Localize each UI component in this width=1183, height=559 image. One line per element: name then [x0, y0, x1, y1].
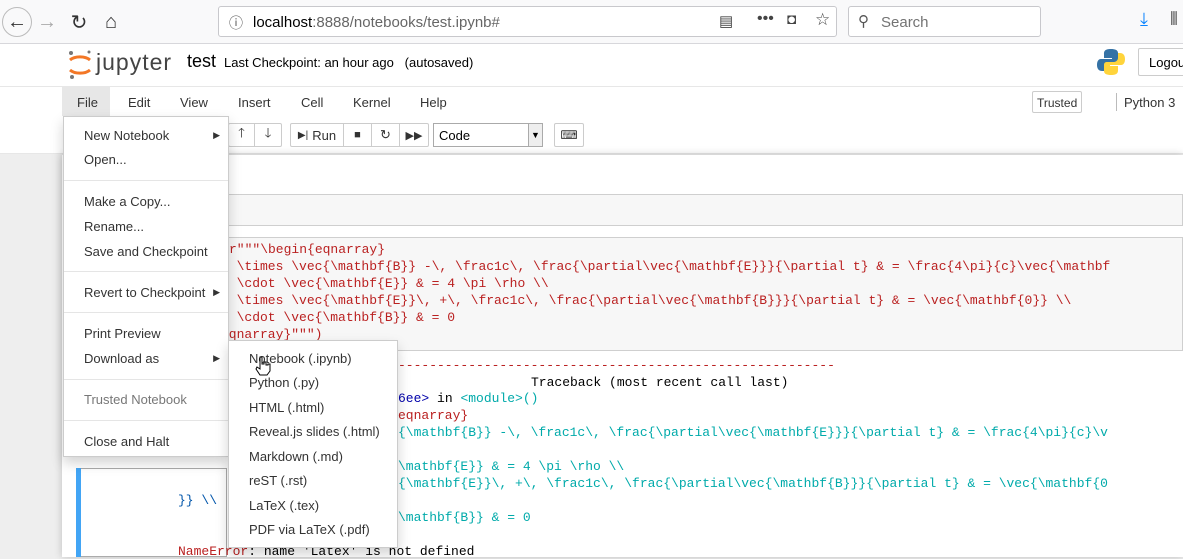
url-bar[interactable]: ⓘ localhost:8888/notebooks/test.ipynb# ▤…	[218, 6, 837, 37]
kernel-divider	[1116, 93, 1117, 111]
caret-right-icon: ▶	[213, 287, 220, 297]
jupyter-header: jupyter test Last Checkpoint: an hour ag…	[0, 44, 1183, 86]
download-markdown[interactable]: Markdown (.md)	[249, 449, 343, 464]
code-line: a \times \vec{\mathbf{E}}\, +\, \frac1c\…	[221, 293, 1072, 308]
command-palette-button[interactable]: ⌨	[554, 123, 584, 147]
menu-item-revert-checkpoint[interactable]: Revert to Checkpoint	[84, 285, 205, 300]
search-input[interactable]: ⚲ Search	[848, 6, 1041, 37]
download-icon[interactable]: ⤓	[1140, 9, 1148, 30]
code-line: a \cdot \vec{\mathbf{E}} & = 4 \pi \rho …	[221, 276, 549, 291]
code-line: a \cdot \vec{\mathbf{B}} & = 0	[221, 310, 456, 325]
stop-icon: ■	[354, 129, 361, 141]
menu-item-make-copy[interactable]: Make a Copy...	[84, 194, 170, 209]
download-py[interactable]: Python (.py)	[249, 375, 319, 390]
menu-divider	[64, 180, 228, 181]
traceback-header: Traceback (most recent call last)	[531, 375, 789, 390]
download-latex[interactable]: LaTeX (.tex)	[249, 498, 319, 513]
menu-item-rename[interactable]: Rename...	[84, 219, 144, 234]
jupyter-logo-icon	[69, 50, 91, 79]
download-rst[interactable]: reST (.rst)	[249, 473, 307, 488]
input-cell-code[interactable]: r"""\begin{eqnarray} a \times \vec{\math…	[221, 237, 1183, 351]
back-icon[interactable]: ←	[2, 7, 32, 37]
cell-type-select[interactable]: Code ▼	[433, 123, 543, 147]
pocket-icon[interactable]: ◘	[787, 11, 796, 28]
download-pdf[interactable]: PDF via LaTeX (.pdf)	[249, 522, 370, 537]
menu-item-close-halt[interactable]: Close and Halt	[84, 434, 169, 449]
move-down-button[interactable]: 🡓	[254, 123, 282, 147]
arrow-up-icon: 🡑	[238, 125, 245, 140]
search-icon: ⚲	[858, 13, 869, 30]
traceback-line: }} \\	[178, 493, 218, 508]
restart-run-all-button[interactable]: ▶▶	[399, 123, 429, 147]
menu-help[interactable]: Help	[420, 95, 447, 110]
restart-button[interactable]: ↻	[371, 123, 400, 147]
traceback-line: \mathbf{E}} & = 4 \pi \rho \\	[398, 459, 625, 474]
menu-divider	[64, 312, 228, 313]
checkpoint-status: Last Checkpoint: an hour ago (autosaved)	[224, 55, 474, 70]
input-cell-empty[interactable]	[228, 194, 1183, 226]
traceback-dashes: ----------------------------------------…	[398, 358, 835, 373]
menu-view[interactable]: View	[180, 95, 208, 110]
python-logo-icon	[1097, 49, 1125, 75]
forward-icon[interactable]: →	[32, 7, 62, 37]
notebook-name[interactable]: test	[187, 51, 216, 72]
reload-icon[interactable]: ↻	[64, 7, 94, 37]
caret-right-icon: ▶	[213, 353, 220, 363]
download-reveal-slides[interactable]: Reveal.js slides (.html)	[249, 424, 380, 439]
menu-divider	[64, 271, 228, 272]
menu-item-print-preview[interactable]: Print Preview	[84, 326, 161, 341]
bookmark-star-icon[interactable]: ☆	[815, 10, 830, 30]
menu-item-trusted-notebook: Trusted Notebook	[84, 392, 187, 407]
fast-forward-icon: ▶▶	[405, 129, 423, 142]
menu-item-download-as[interactable]: Download as	[84, 351, 159, 366]
arrow-down-icon: 🡓	[264, 125, 272, 140]
traceback-line: {\mathbf{E}}\, +\, \frac1c\, \frac{\part…	[398, 476, 1108, 491]
menu-edit[interactable]: Edit	[128, 95, 150, 110]
move-up-button[interactable]: 🡑	[228, 123, 254, 147]
traceback-line: \mathbf{B}} & = 0	[398, 510, 531, 525]
menu-insert[interactable]: Insert	[238, 95, 271, 110]
menu-item-open[interactable]: Open...	[84, 152, 127, 167]
chevron-down-icon: ▼	[528, 124, 542, 146]
home-icon[interactable]: ⌂	[96, 7, 126, 37]
step-forward-icon: ▶|	[297, 129, 309, 141]
kernel-name[interactable]: Python 3	[1124, 95, 1175, 110]
restart-icon: ↻	[380, 127, 391, 142]
menu-item-save-checkpoint[interactable]: Save and Checkpoint	[84, 244, 208, 259]
info-icon[interactable]: ⓘ	[229, 13, 243, 33]
download-html[interactable]: HTML (.html)	[249, 400, 324, 415]
file-menu: New Notebook ▶ Open... Make a Copy... Re…	[63, 116, 229, 457]
keyboard-icon: ⌨	[560, 128, 578, 142]
menu-cell[interactable]: Cell	[301, 95, 323, 110]
code-line: a \times \vec{\mathbf{B}} -\, \frac1c\, …	[221, 259, 1111, 274]
more-icon[interactable]: •••	[757, 10, 774, 28]
traceback-module: 6ee> in <module>()	[398, 391, 539, 406]
menu-divider	[64, 379, 228, 380]
jupyter-logo-text: jupyter	[96, 49, 173, 75]
trusted-badge[interactable]: Trusted	[1032, 91, 1082, 113]
menubar: File Edit View Insert Cell Kernel Help T…	[0, 86, 1183, 117]
library-icon[interactable]: ⦀	[1170, 9, 1178, 30]
menu-kernel[interactable]: Kernel	[353, 95, 391, 110]
menu-item-new-notebook[interactable]: New Notebook	[84, 128, 169, 143]
menu-divider	[64, 420, 228, 421]
browser-toolbar: ← → ↻ ⌂ ⓘ localhost:8888/notebooks/test.…	[0, 0, 1183, 44]
url-text: localhost:8888/notebooks/test.ipynb#	[253, 14, 500, 31]
interrupt-button[interactable]: ■	[343, 123, 372, 147]
traceback-line: {\mathbf{B}} -\, \frac1c\, \frac{\partia…	[398, 425, 1108, 440]
logout-button[interactable]: Logout	[1138, 48, 1183, 76]
traceback-line: eqnarray}	[398, 408, 469, 423]
caret-right-icon: ▶	[213, 130, 220, 140]
run-button[interactable]: ▶| Run	[290, 123, 344, 147]
hand-cursor-icon	[255, 356, 271, 376]
reader-view-icon[interactable]: ▤	[719, 12, 733, 30]
code-line: r"""\begin{eqnarray}	[229, 242, 386, 257]
menu-file[interactable]: File	[77, 95, 98, 110]
